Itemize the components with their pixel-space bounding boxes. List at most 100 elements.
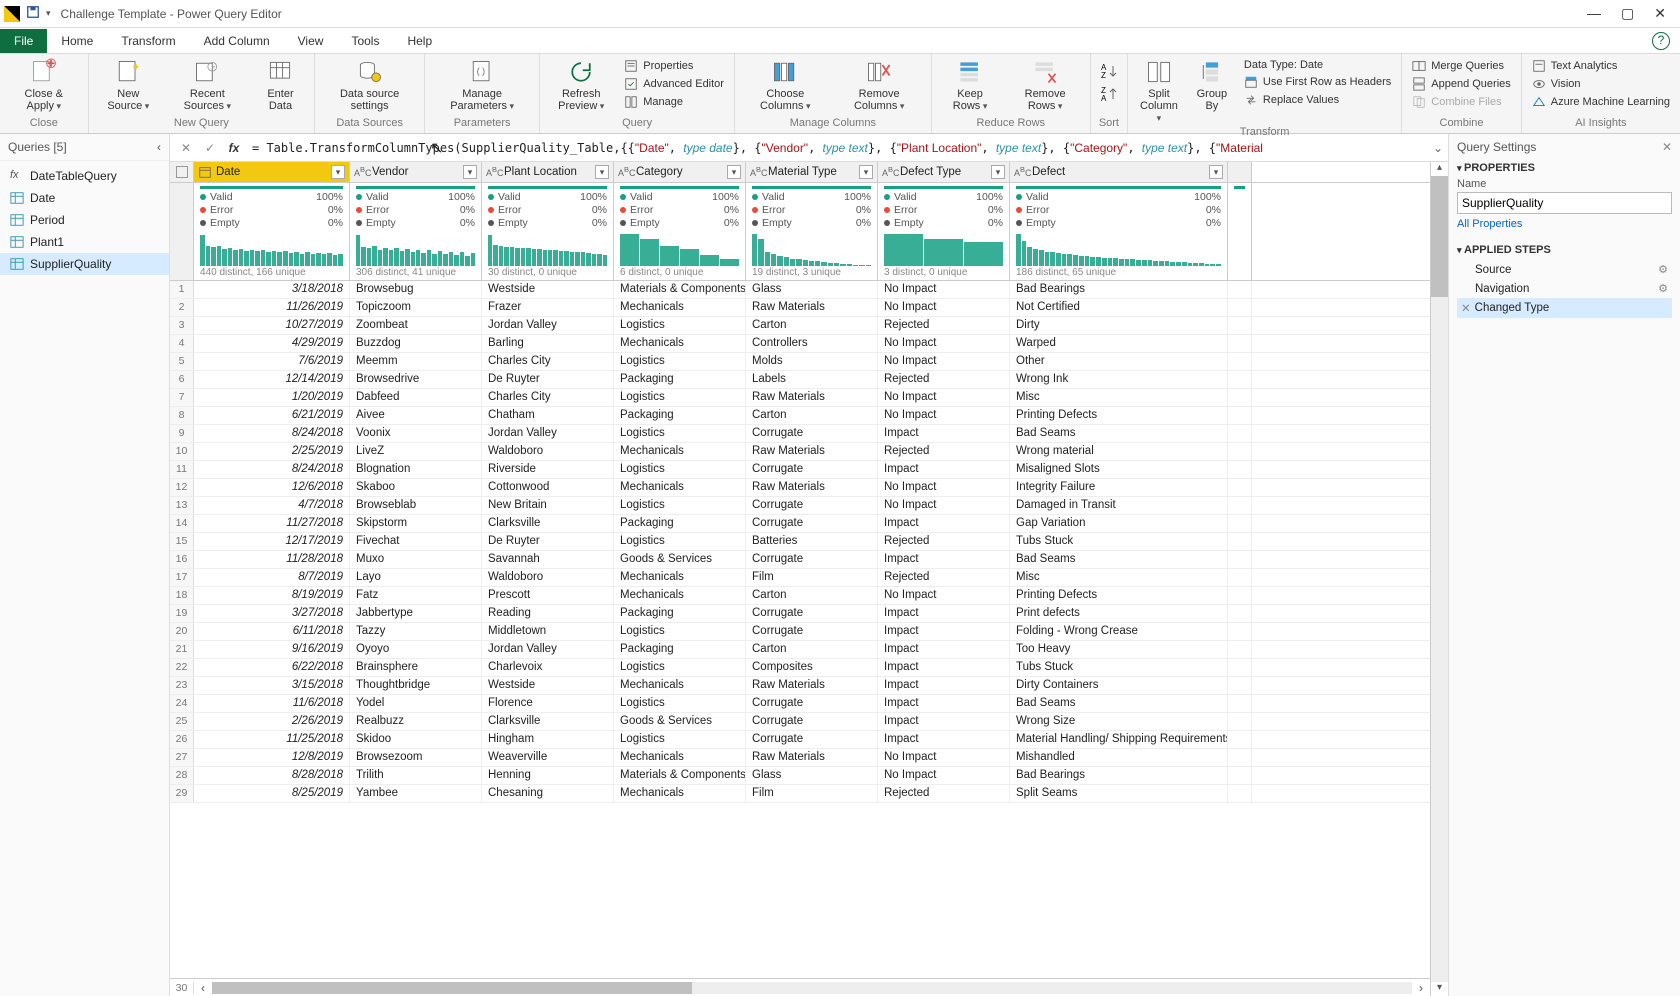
scroll-right-button[interactable]: › [1412,981,1430,995]
table-row[interactable]: 71/20/2019DabfeedCharles CityLogisticsRa… [170,389,1430,407]
table-row[interactable]: 298/25/2019YambeeChesaningMechanicalsFil… [170,785,1430,803]
column-header-vendor[interactable]: ABCVendor▾ [350,162,482,182]
sort-desc-button[interactable]: ZA [1099,85,1119,106]
enter-data-button[interactable]: Enter Data [255,56,307,114]
table-row[interactable]: 226/22/2018BrainsphereCharlevoixLogistic… [170,659,1430,677]
column-filter-button[interactable]: ▾ [1209,165,1223,179]
recent-sources-button[interactable]: Recent Sources [168,56,247,114]
help-icon[interactable]: ? [1652,32,1670,50]
table-row[interactable]: 57/6/2019MeemmCharles CityLogisticsMolds… [170,353,1430,371]
tab-help[interactable]: Help [393,29,446,53]
applied-step-changed-type[interactable]: ✕Changed Type [1457,298,1672,318]
close-button[interactable]: ✕ [1654,5,1666,22]
settings-close-button[interactable]: ✕ [1662,140,1672,154]
table-row[interactable]: 102/25/2019LiveZWaldoboroMechanicalsRaw … [170,443,1430,461]
formula-expand-button[interactable]: ⌄ [1428,141,1448,155]
query-item-plant1[interactable]: Plant1 [0,231,169,253]
table-row[interactable]: 1411/27/2018SkipstormClarksvillePackagin… [170,515,1430,533]
advanced-editor-item[interactable]: Advanced Editor [622,76,726,92]
manage-item[interactable]: Manage [622,94,726,110]
scroll-left-button[interactable]: ‹ [194,981,212,995]
text-analytics-item[interactable]: Text Analytics [1530,58,1672,74]
query-item-supplierquality[interactable]: SupplierQuality [0,253,169,275]
delete-step-icon[interactable]: ✕ [1461,301,1471,315]
column-header-plant-location[interactable]: ABCPlant Location▾ [482,162,614,182]
query-name-input[interactable] [1457,192,1672,214]
column-filter-button[interactable]: ▾ [727,165,741,179]
remove-columns-button[interactable]: Remove Columns [836,56,923,114]
qat-dropdown-icon[interactable]: ▾ [46,8,51,19]
manage-parameters-button[interactable]: ( )Manage Parameters [433,56,531,114]
tab-add-column[interactable]: Add Column [190,29,284,53]
new-source-button[interactable]: New Source [97,56,160,114]
table-row[interactable]: 310/27/2019ZoombeatJordan ValleyLogistic… [170,317,1430,335]
replace-values-item[interactable]: Replace Values [1242,92,1393,108]
horizontal-scrollbar[interactable]: 30 ‹ › [170,978,1430,996]
table-row[interactable]: 193/27/2018JabbertypeReadingPackagingCor… [170,605,1430,623]
table-row[interactable]: 44/29/2019BuzzdogBarlingMechanicalsContr… [170,335,1430,353]
step-gear-icon[interactable]: ⚙ [1658,263,1668,276]
table-row[interactable]: 2411/6/2018YodelFlorenceLogisticsCorruga… [170,695,1430,713]
column-filter-button[interactable]: ▾ [859,165,873,179]
merge-queries-item[interactable]: Merge Queries [1410,58,1513,74]
vscroll-thumb[interactable] [1431,176,1448,297]
column-header-category[interactable]: ABCCategory▾ [614,162,746,182]
scroll-down-button[interactable]: ▾ [1431,982,1448,996]
table-row[interactable]: 211/26/2019TopiczoomFrazerMechanicalsRaw… [170,299,1430,317]
close-apply-button[interactable]: Close & Apply [8,56,80,114]
grid-body[interactable]: 13/18/2018BrowsebugWestsideMaterials & C… [170,281,1430,978]
step-gear-icon[interactable]: ⚙ [1658,282,1668,295]
column-header-material-type[interactable]: ABCMaterial Type▾ [746,162,878,182]
column-filter-button[interactable]: ▾ [463,165,477,179]
formula-input[interactable]: = Table.TransformColumnTypes(SupplierQua… [246,141,1428,155]
fx-icon[interactable]: fx [222,141,246,155]
data-type-item[interactable]: Data Type: Date [1242,58,1393,72]
applied-step-navigation[interactable]: Navigation⚙ [1457,279,1672,298]
table-row[interactable]: 13/18/2018BrowsebugWestsideMaterials & C… [170,281,1430,299]
table-row[interactable]: 1512/17/2019FivechatDe RuyterLogisticsBa… [170,533,1430,551]
column-header-defect[interactable]: ABCDefect▾ [1010,162,1228,182]
table-row[interactable]: 1611/28/2018MuxoSavannahGoods & Services… [170,551,1430,569]
tab-file[interactable]: File [0,29,47,53]
save-icon[interactable] [26,5,40,22]
sort-asc-button[interactable]: AZ [1099,62,1119,83]
table-row[interactable]: 206/11/2018TazzyMiddletownLogisticsCorru… [170,623,1430,641]
table-row[interactable]: 219/16/2019OyoyoJordan ValleyPackagingCa… [170,641,1430,659]
choose-columns-button[interactable]: Choose Columns [743,56,828,114]
group-by-button[interactable]: Group By [1190,56,1234,114]
table-row[interactable]: 1212/6/2018SkabooCottonwoodMechanicalsRa… [170,479,1430,497]
keep-rows-button[interactable]: Keep Rows [940,56,1001,114]
column-filter-button[interactable]: ▾ [595,165,609,179]
grid-corner-button[interactable] [170,162,194,182]
table-row[interactable]: 188/19/2019FatzPrescottMechanicalsCarton… [170,587,1430,605]
query-item-period[interactable]: Period [0,209,169,231]
column-header-defect-type[interactable]: ABCDefect Type▾ [878,162,1010,182]
remove-rows-button[interactable]: Remove Rows [1008,56,1081,114]
vertical-scrollbar[interactable]: ▴ ▾ [1430,162,1448,996]
maximize-button[interactable]: ▢ [1621,5,1634,22]
column-filter-button[interactable]: ▾ [331,165,345,179]
formula-commit-button[interactable]: ✓ [198,141,222,155]
split-column-button[interactable]: Split Column [1136,56,1182,126]
query-item-date[interactable]: Date [0,187,169,209]
table-row[interactable]: 2611/25/2018SkidooHinghamLogisticsCorrug… [170,731,1430,749]
table-row[interactable]: 178/7/2019LayoWaldoboroMechanicalsFilmRe… [170,569,1430,587]
table-row[interactable]: 612/14/2019BrowsedriveDe RuyterPackaging… [170,371,1430,389]
tab-tools[interactable]: Tools [337,29,393,53]
table-row[interactable]: 2712/8/2019BrowsezoomWeavervilleMechanic… [170,749,1430,767]
column-header-date[interactable]: Date▾ [194,162,350,182]
table-row[interactable]: 288/28/2018TrilithHenningMaterials & Com… [170,767,1430,785]
hscroll-thumb[interactable] [212,982,692,994]
refresh-preview-button[interactable]: Refresh Preview [548,56,614,114]
azure-ml-item[interactable]: Azure Machine Learning [1530,94,1672,110]
scroll-up-button[interactable]: ▴ [1431,162,1448,176]
data-source-settings-button[interactable]: Data source settings [323,56,416,114]
tab-transform[interactable]: Transform [107,29,189,53]
append-queries-item[interactable]: Append Queries [1410,76,1513,92]
properties-item[interactable]: Properties [622,58,726,74]
query-item-datetablequery[interactable]: fxDateTableQuery [0,165,169,187]
applied-step-source[interactable]: Source⚙ [1457,260,1672,279]
table-row[interactable]: 233/15/2018ThoughtbridgeWestsideMechanic… [170,677,1430,695]
tab-home[interactable]: Home [47,29,107,53]
table-row[interactable]: 86/21/2019AiveeChathamPackagingCartonNo … [170,407,1430,425]
